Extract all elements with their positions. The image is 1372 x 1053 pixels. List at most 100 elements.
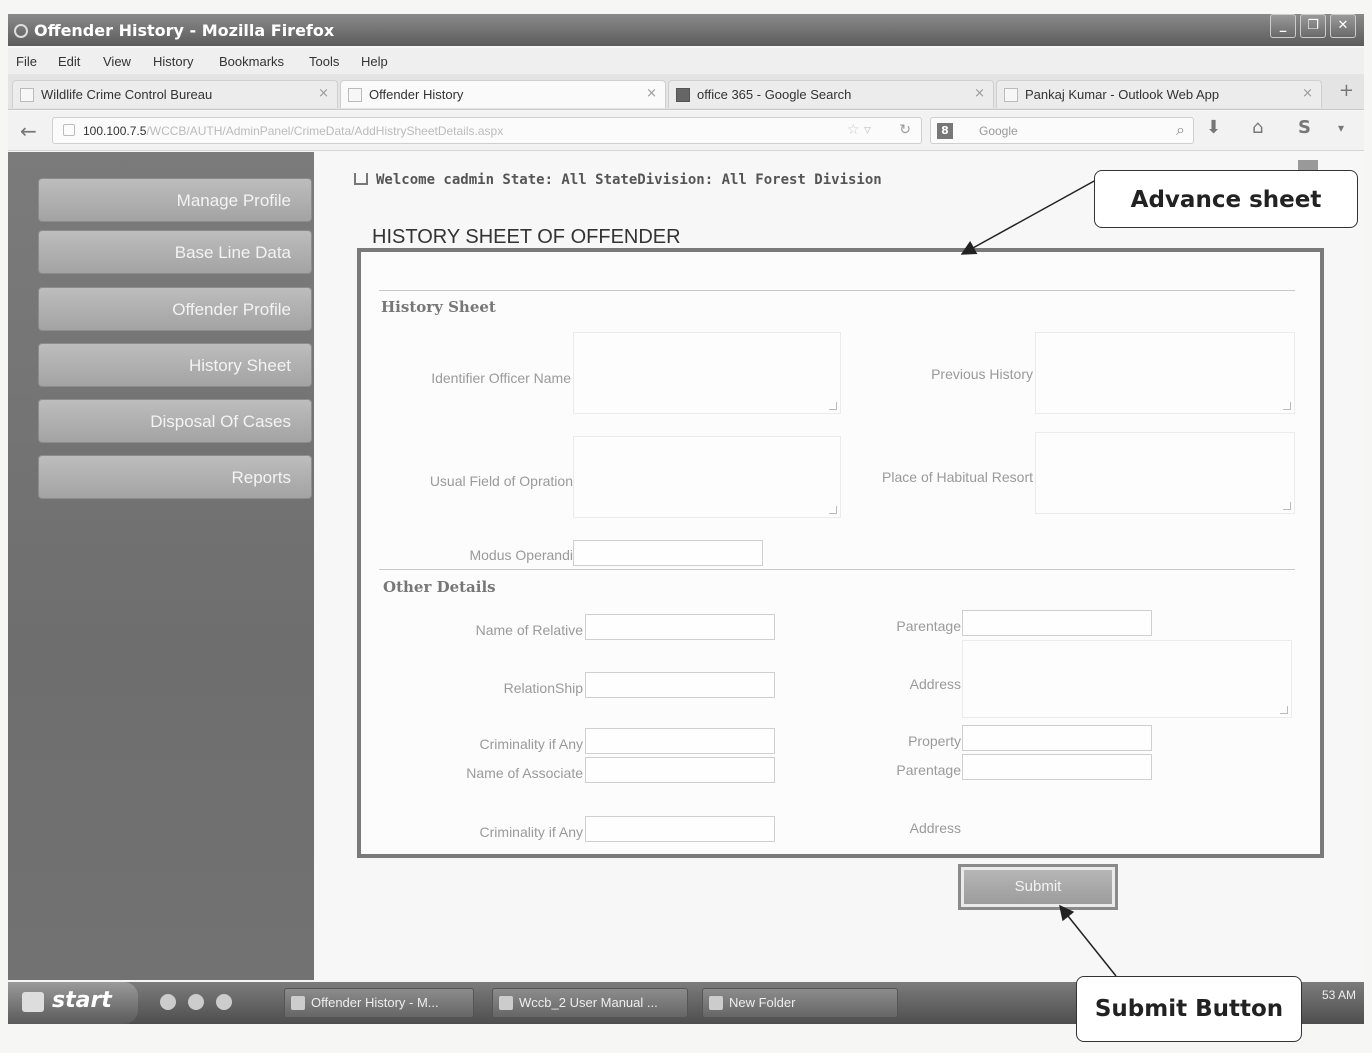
criminality-if-any-label: Criminality if Any <box>479 736 583 752</box>
screenshot: Offender History - Mozilla Firefox _ ❐ ✕… <box>0 0 1372 1053</box>
reload-icon[interactable]: ↻ <box>899 122 911 138</box>
address-label: Address <box>909 676 961 692</box>
close-tab-icon[interactable]: × <box>318 86 329 101</box>
new-tab-button[interactable]: + <box>1339 80 1354 101</box>
section-title-history-sheet: History Sheet <box>381 298 496 316</box>
sidebar-item-disposal-of-cases[interactable]: Disposal Of Cases <box>38 399 312 443</box>
download-arrow-icon[interactable]: ⬇ <box>1206 117 1221 138</box>
quick-launch-icon[interactable] <box>216 994 232 1010</box>
restore-button[interactable]: ❐ <box>1300 14 1326 38</box>
taskbar-item-new-folder[interactable]: New Folder <box>702 988 898 1018</box>
quick-launch-icon[interactable] <box>188 994 204 1010</box>
name-of-relative-label: Name of Relative <box>475 622 583 638</box>
submit-button-callout: Submit Button <box>1076 976 1302 1042</box>
bookmark-star-icon[interactable]: ☆ ▿ <box>847 122 871 138</box>
submit-button[interactable]: Submit <box>958 864 1118 910</box>
divider <box>379 290 1295 291</box>
tab-wildlife-crime-control-bureau[interactable]: Wildlife Crime Control Bureau × <box>12 80 338 108</box>
firefox-icon <box>14 24 28 38</box>
taskbar-item-offender-history[interactable]: Offender History - M... <box>284 988 474 1018</box>
close-tab-icon[interactable]: × <box>974 86 985 101</box>
site-identity-icon[interactable] <box>63 124 75 136</box>
chevron-down-icon[interactable]: ▾ <box>1338 121 1344 135</box>
tab-label: Offender History <box>369 87 464 102</box>
sidebar-item-base-line-data[interactable]: Base Line Data <box>38 230 312 274</box>
name-of-associate-input[interactable] <box>585 757 775 783</box>
sidebar-item-manage-profile[interactable]: Manage Profile <box>38 178 312 222</box>
modus-operandi-label: Modus Operandi <box>469 547 573 563</box>
identifier-officer-name-label: Identifier Officer Name <box>431 370 571 386</box>
close-button[interactable]: ✕ <box>1330 14 1356 38</box>
menu-help[interactable]: Help <box>361 54 388 69</box>
minimize-button[interactable]: _ <box>1270 14 1296 38</box>
menu-file[interactable]: File <box>16 54 37 69</box>
start-button[interactable]: start <box>8 982 138 1024</box>
sidebar-item-history-sheet[interactable]: History Sheet <box>38 343 312 387</box>
address-field[interactable] <box>962 640 1292 718</box>
relationship-input[interactable] <box>585 672 775 698</box>
parentage-input[interactable] <box>962 610 1152 636</box>
sidebar-item-reports[interactable]: Reports <box>38 455 312 499</box>
system-clock: 53 AM <box>1321 988 1356 1002</box>
associate-parentage-label: Parentage <box>896 762 961 778</box>
search-bar[interactable]: 8 Google ⌕ <box>930 117 1194 144</box>
tab-offender-history[interactable]: Offender History × <box>340 80 666 108</box>
home-icon[interactable]: ⌂ <box>1252 117 1263 138</box>
folder-icon <box>709 996 723 1010</box>
menu-view[interactable]: View <box>103 54 131 69</box>
menu-history[interactable]: History <box>153 54 193 69</box>
associate-address-label: Address <box>909 820 961 836</box>
navigation-bar: ← 100.100.7.5/WCCB/AUTH/AdminPanel/Crime… <box>8 111 1364 151</box>
page-content: Manage Profile Base Line Data Offender P… <box>8 152 1364 980</box>
divider <box>379 569 1295 570</box>
window-title-bar: Offender History - Mozilla Firefox _ ❐ ✕ <box>8 14 1364 46</box>
skype-icon[interactable]: S <box>1298 117 1311 138</box>
sidebar-item-label: Offender Profile <box>172 300 291 319</box>
history-sheet-form: History Sheet Identifier Officer Name Pr… <box>357 248 1324 858</box>
menu-edit[interactable]: Edit <box>58 54 80 69</box>
taskbar-item-user-manual[interactable]: Wccb_2 User Manual ... <box>492 988 688 1018</box>
firefox-icon <box>291 996 305 1010</box>
tab-outlook-web-app[interactable]: Pankaj Kumar - Outlook Web App × <box>996 80 1322 108</box>
menu-bookmarks[interactable]: Bookmarks <box>219 54 284 69</box>
tab-label: Wildlife Crime Control Bureau <box>41 87 213 102</box>
page-icon <box>348 88 362 102</box>
back-arrow-icon[interactable]: ← <box>20 119 37 143</box>
url-bar[interactable]: 100.100.7.5/WCCB/AUTH/AdminPanel/CrimeDa… <box>52 117 922 144</box>
url-host: 100.100.7.5 <box>83 124 147 138</box>
sidebar-item-label: Reports <box>231 468 291 487</box>
url-text: 100.100.7.5/WCCB/AUTH/AdminPanel/CrimeDa… <box>83 124 503 138</box>
google-icon: 8 <box>937 123 953 139</box>
tab-office-365-google-search[interactable]: office 365 - Google Search × <box>668 80 994 108</box>
tab-label: Pankaj Kumar - Outlook Web App <box>1025 87 1220 102</box>
modus-operandi-input[interactable] <box>573 540 763 566</box>
sidebar-item-label: Manage Profile <box>176 191 291 210</box>
start-label: start <box>52 988 112 1013</box>
identifier-officer-name-field[interactable] <box>573 332 841 414</box>
google-icon <box>676 88 690 102</box>
taskbar-item-label: Offender History - M... <box>311 995 439 1010</box>
page-icon <box>1004 88 1018 102</box>
close-tab-icon[interactable]: × <box>646 86 657 101</box>
associate-criminality-input[interactable] <box>585 816 775 842</box>
tab-label: office 365 - Google Search <box>697 87 852 102</box>
place-of-habitual-resort-field[interactable] <box>1035 432 1295 514</box>
property-input[interactable] <box>962 725 1152 751</box>
close-tab-icon[interactable]: × <box>1302 86 1313 101</box>
sidebar-item-offender-profile[interactable]: Offender Profile <box>38 287 312 331</box>
criminality-if-any-input[interactable] <box>585 728 775 754</box>
home-icon[interactable] <box>354 173 368 185</box>
associate-parentage-input[interactable] <box>962 754 1152 780</box>
menu-tools[interactable]: Tools <box>309 54 339 69</box>
previous-history-field[interactable] <box>1035 332 1295 414</box>
menu-bar: File Edit View History Bookmarks Tools H… <box>8 48 1364 74</box>
page-title: HISTORY SHEET OF OFFENDER <box>372 226 681 248</box>
sidebar: Manage Profile Base Line Data Offender P… <box>8 152 314 980</box>
sidebar-item-label: Base Line Data <box>174 243 291 262</box>
search-icon[interactable]: ⌕ <box>1176 120 1185 140</box>
section-title-other-details: Other Details <box>383 578 496 596</box>
quick-launch-icon[interactable] <box>160 994 176 1010</box>
submit-button-label: Submit <box>964 870 1112 904</box>
usual-field-of-opration-field[interactable] <box>573 436 841 518</box>
name-of-relative-input[interactable] <box>585 614 775 640</box>
